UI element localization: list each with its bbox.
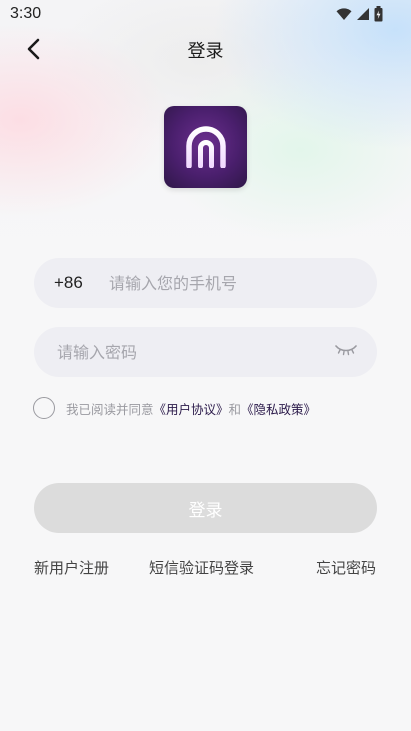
agreement-text: 我已阅读并同意《用户协议》和《隐私政策》 — [66, 399, 316, 418]
agreement-prefix: 我已阅读并同意 — [66, 401, 154, 417]
battery-icon — [374, 6, 383, 22]
page-title: 登录 — [187, 41, 224, 62]
status-bar: 3:30 — [0, 0, 411, 30]
user-agreement-link[interactable]: 《用户协议》 — [154, 402, 229, 417]
sms-login-link[interactable]: 短信验证码登录 — [149, 557, 254, 578]
forgot-password-link[interactable]: 忘记密码 — [316, 557, 376, 578]
status-icons — [336, 6, 383, 22]
login-button[interactable]: 登录 — [34, 483, 377, 533]
eye-closed-icon[interactable] — [335, 344, 357, 356]
phone-input[interactable] — [109, 272, 359, 294]
agreement-and: 和 — [228, 401, 242, 417]
app-logo-arch-icon — [185, 126, 226, 168]
app-logo — [164, 106, 247, 188]
status-time: 3:30 — [10, 5, 42, 22]
agreement-row: 我已阅读并同意《用户协议》和《隐私政策》 — [33, 397, 316, 419]
cellular-signal-icon — [357, 8, 369, 20]
password-field — [34, 327, 377, 377]
phone-field: +86 — [34, 258, 377, 308]
password-input[interactable] — [57, 341, 327, 363]
wifi-icon — [336, 8, 352, 20]
country-code[interactable]: +86 — [54, 273, 83, 293]
agreement-checkbox[interactable] — [33, 397, 55, 419]
register-link[interactable]: 新用户注册 — [34, 557, 109, 578]
privacy-policy-link[interactable]: 《隐私政策》 — [241, 402, 316, 417]
